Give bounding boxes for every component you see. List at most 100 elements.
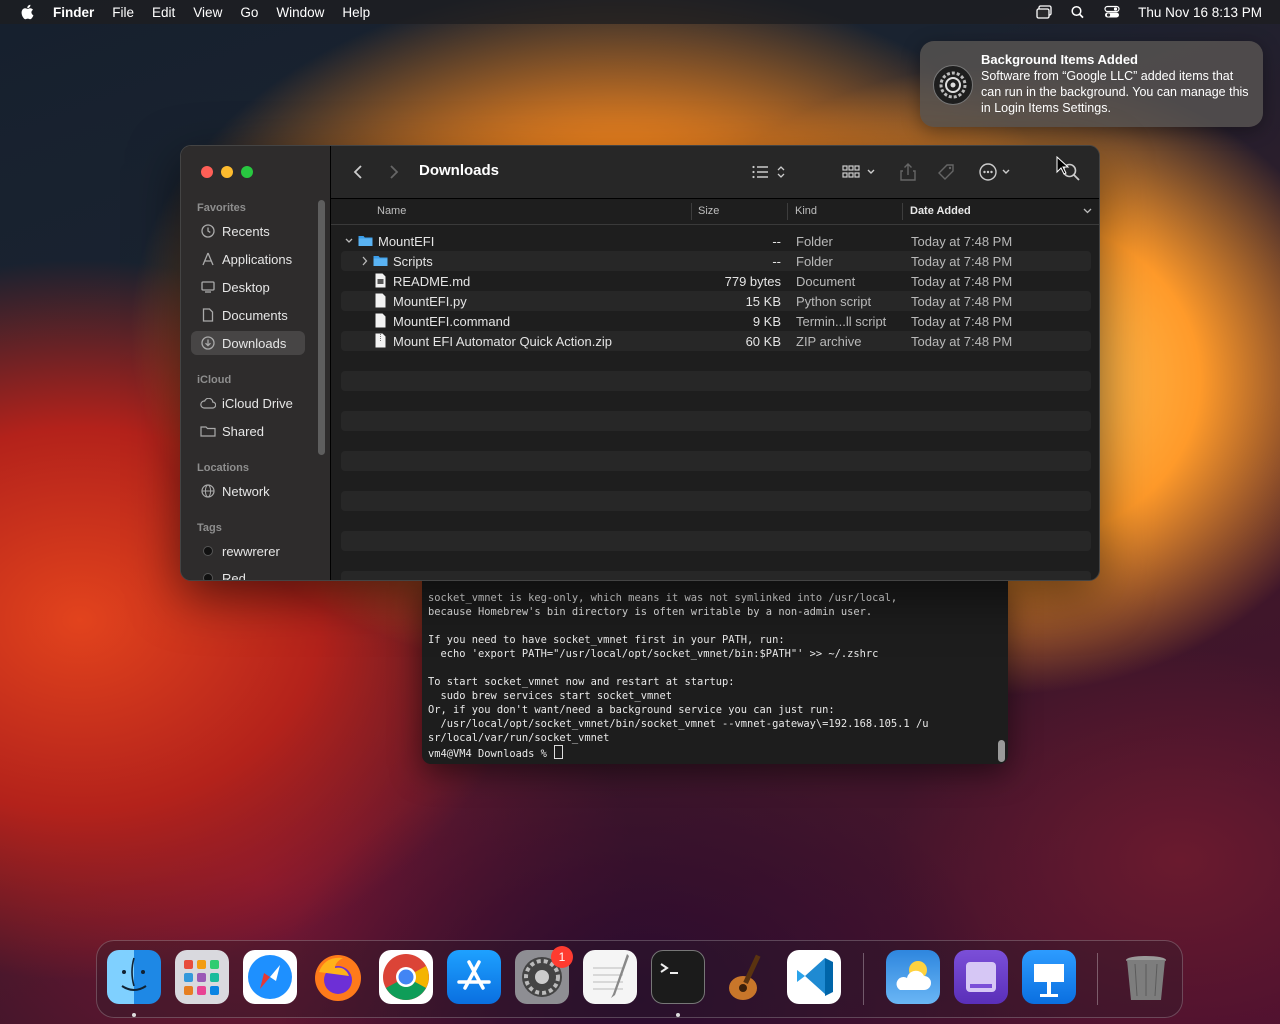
sort-descending-chevron-icon (1083, 208, 1092, 214)
dock-firefox-icon[interactable] (311, 950, 365, 1004)
menu-help[interactable]: Help (342, 5, 370, 20)
sidebar-header-locations: Locations (197, 462, 249, 474)
menu-window[interactable]: Window (276, 5, 324, 20)
empty-row (341, 411, 1091, 431)
clock-icon (200, 223, 216, 239)
dock-keynote-icon[interactable] (1022, 950, 1076, 1004)
file-row-scripts[interactable]: Scripts -- Folder Today at 7:48 PM (341, 251, 1091, 271)
disclosure-expanded-icon[interactable] (345, 236, 353, 246)
list-view-icon (752, 165, 785, 179)
sidebar-item-recents[interactable]: Recents (191, 219, 305, 243)
share-button[interactable] (899, 162, 917, 182)
dock-vscode-icon[interactable] (787, 950, 841, 1004)
group-by-button[interactable] (841, 162, 879, 182)
tag-dot-icon (200, 543, 216, 559)
mouse-pointer-icon (1056, 156, 1070, 175)
chevron-left-icon (353, 165, 362, 179)
apple-menu-icon[interactable] (20, 4, 34, 20)
empty-row (341, 571, 1091, 580)
notification-banner[interactable]: Background Items Added Software from “Go… (920, 41, 1263, 127)
applications-icon (200, 251, 216, 267)
menu-view[interactable]: View (193, 5, 222, 20)
sidebar-item-documents[interactable]: Documents (191, 303, 305, 327)
file-row-quick-action-zip[interactable]: Mount EFI Automator Quick Action.zip 60 … (341, 331, 1091, 351)
tag-icon (938, 164, 954, 180)
dock-launchpad-icon[interactable] (175, 950, 229, 1004)
finder-toolbar: Downloads (331, 146, 1099, 199)
notification-body: Software from “Google LLC” added items t… (981, 69, 1249, 115)
finder-window[interactable]: Favorites Recents Applications Desktop D… (180, 145, 1100, 581)
dock-finder-icon[interactable] (107, 950, 161, 1004)
terminal-prompt: vm4@VM4 Downloads % (428, 748, 554, 760)
network-globe-icon (200, 483, 216, 499)
column-header-name[interactable]: Name (377, 205, 406, 217)
menu-bar: Finder File Edit View Go Window Help Thu… (0, 0, 1280, 24)
sidebar-item-desktop[interactable]: Desktop (191, 275, 305, 299)
sidebar-header-icloud: iCloud (197, 374, 232, 386)
zoom-window-button[interactable] (241, 166, 253, 178)
notification-badge: 1 (551, 946, 573, 968)
dock-weather-icon[interactable] (886, 950, 940, 1004)
menu-file[interactable]: File (112, 5, 134, 20)
document-icon (200, 307, 216, 323)
terminal-cursor (554, 745, 564, 759)
share-icon (900, 163, 916, 181)
view-mode-list-button[interactable] (751, 162, 789, 182)
column-header-size[interactable]: Size (698, 205, 719, 217)
chevron-right-icon (390, 165, 399, 179)
dock-textedit-icon[interactable] (583, 950, 637, 1004)
sidebar-item-tag-red[interactable]: Red (191, 566, 305, 580)
action-menu-button[interactable] (978, 162, 1016, 182)
column-header-kind[interactable]: Kind (795, 205, 817, 217)
terminal-scrollbar[interactable] (998, 740, 1005, 762)
column-header-row: Name Size Kind Date Added (331, 199, 1099, 225)
system-settings-gear-icon (933, 65, 973, 105)
terminal-output[interactable]: socket_vmnet is keg-only, which means it… (428, 591, 928, 761)
file-row-mountefi-py[interactable]: MountEFI.py 15 KB Python script Today at… (341, 291, 1091, 311)
desktop-icon (200, 279, 216, 295)
sidebar-item-icloud-drive[interactable]: iCloud Drive (191, 391, 305, 415)
spotlight-search-icon[interactable] (1070, 5, 1086, 19)
menu-edit[interactable]: Edit (152, 5, 175, 20)
screen-mirroring-icon[interactable] (1036, 5, 1052, 19)
dock-system-settings-icon[interactable]: 1 (515, 946, 573, 1004)
sidebar-header-favorites: Favorites (197, 202, 246, 214)
column-header-date-added[interactable]: Date Added (910, 205, 971, 217)
download-icon (200, 335, 216, 351)
file-row-mountefi[interactable]: MountEFI -- Folder Today at 7:48 PM (341, 231, 1091, 251)
menu-clock[interactable]: Thu Nov 16 8:13 PM (1138, 5, 1262, 20)
dock-safari-icon[interactable] (243, 950, 297, 1004)
close-window-button[interactable] (201, 166, 213, 178)
sidebar-item-applications[interactable]: Applications (191, 247, 305, 271)
empty-row (341, 491, 1091, 511)
sidebar-scrollbar[interactable] (318, 200, 325, 455)
control-center-icon[interactable] (1104, 5, 1120, 19)
disclosure-collapsed-icon[interactable] (361, 256, 369, 266)
file-row-readme[interactable]: README.md 779 bytes Document Today at 7:… (341, 271, 1091, 291)
dock-disk-utility-icon[interactable] (954, 950, 1008, 1004)
menu-go[interactable]: Go (240, 5, 258, 20)
sidebar-item-network[interactable]: Network (191, 479, 305, 503)
sidebar-item-downloads[interactable]: Downloads (191, 331, 305, 355)
cloud-icon (200, 395, 216, 411)
empty-row (341, 531, 1091, 551)
terminal-window[interactable]: socket_vmnet is keg-only, which means it… (422, 580, 1008, 764)
sidebar-item-shared[interactable]: Shared (191, 419, 305, 443)
tag-button[interactable] (936, 162, 956, 182)
markdown-document-icon (375, 273, 386, 288)
dock-terminal-icon[interactable] (651, 950, 705, 1004)
dock-trash-icon[interactable] (1119, 950, 1173, 1004)
folder-icon (358, 236, 373, 246)
dock-app-store-icon[interactable] (447, 950, 501, 1004)
grid-group-icon (842, 165, 875, 178)
menu-app-finder[interactable]: Finder (53, 5, 94, 20)
sidebar-item-tag-rewwrerer[interactable]: rewwrerer (191, 539, 305, 563)
forward-button[interactable] (389, 162, 399, 182)
dock-chrome-icon[interactable] (379, 950, 433, 1004)
minimize-window-button[interactable] (221, 166, 233, 178)
notification-title: Background Items Added (981, 52, 1138, 67)
dock-garageband-icon[interactable] (719, 950, 773, 1004)
file-row-mountefi-command[interactable]: MountEFI.command 9 KB Termin...ll script… (341, 311, 1091, 331)
empty-row (341, 371, 1091, 391)
back-button[interactable] (353, 162, 363, 182)
